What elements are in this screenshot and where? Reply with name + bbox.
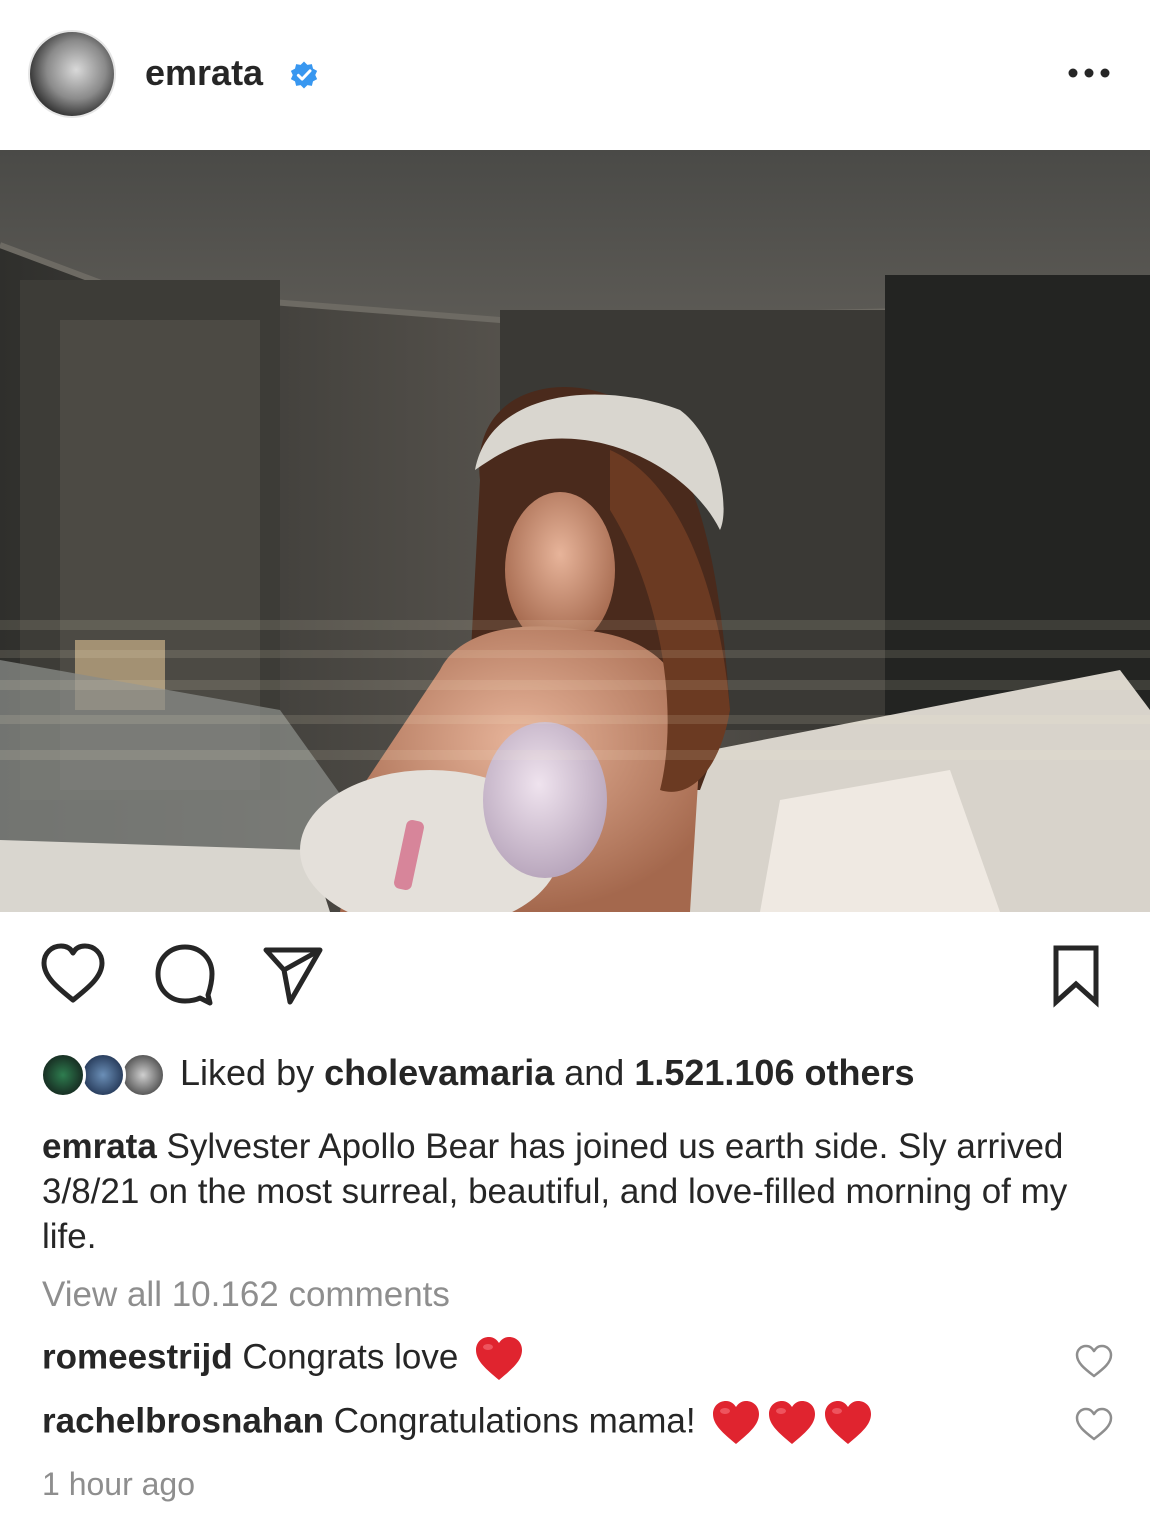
post-photo[interactable] [0, 150, 1150, 912]
comment-username[interactable]: rachelbrosnahan [42, 1401, 324, 1440]
caption-username[interactable]: emrata [42, 1127, 157, 1166]
share-icon[interactable] [258, 940, 328, 1010]
red-heart-emoji-icon [474, 1336, 524, 1382]
likes-count[interactable]: 1.521.106 others [634, 1052, 914, 1093]
photo-illustration [0, 150, 1150, 912]
red-heart-emoji-icon [711, 1400, 761, 1446]
more-options-icon[interactable] [1066, 58, 1112, 88]
likes-prefix: Liked by [180, 1052, 325, 1093]
post-timestamp: 1 hour ago [42, 1466, 196, 1502]
liker-username[interactable]: cholevamaria [324, 1052, 554, 1093]
comment-text: Congratulations mama! [324, 1401, 696, 1441]
avatar[interactable] [28, 30, 116, 118]
post-caption: emrata Sylvester Apollo Bear has joined … [42, 1124, 1122, 1259]
comment-like-heart-icon[interactable] [1074, 1406, 1114, 1442]
post-username[interactable]: emrata [145, 52, 263, 94]
comment-icon[interactable] [150, 940, 220, 1010]
bookmark-icon[interactable] [1040, 940, 1110, 1010]
comment-text: Congrats love [232, 1337, 459, 1377]
liker-avatar [40, 1052, 86, 1098]
caption-text: Sylvester Apollo Bear has joined us eart… [42, 1127, 1068, 1256]
view-all-comments-link[interactable]: View all 10.162 comments [42, 1275, 450, 1315]
action-bar [0, 940, 1150, 1012]
liker-avatar [80, 1052, 126, 1098]
post-header: emrata [0, 0, 1150, 150]
likes-middle: and [554, 1052, 635, 1093]
comment-item: rachelbrosnahan Congratulations mama! [42, 1400, 1072, 1446]
like-heart-icon[interactable] [38, 940, 108, 1010]
red-heart-emoji-icon [823, 1400, 873, 1446]
comment-like-heart-icon[interactable] [1074, 1343, 1114, 1379]
verified-badge-icon [290, 61, 318, 89]
comment-username[interactable]: romeestrijd [42, 1337, 233, 1376]
red-heart-emoji-icon [767, 1400, 817, 1446]
liker-avatar [120, 1052, 166, 1098]
comment-item: romeestrijd Congrats love [42, 1336, 1072, 1382]
likes-row: Liked by cholevamaria and 1.521.106 othe… [0, 1044, 1150, 1104]
likes-summary[interactable]: Liked by cholevamaria and 1.521.106 othe… [180, 1052, 915, 1094]
liker-avatars[interactable] [40, 1052, 170, 1098]
